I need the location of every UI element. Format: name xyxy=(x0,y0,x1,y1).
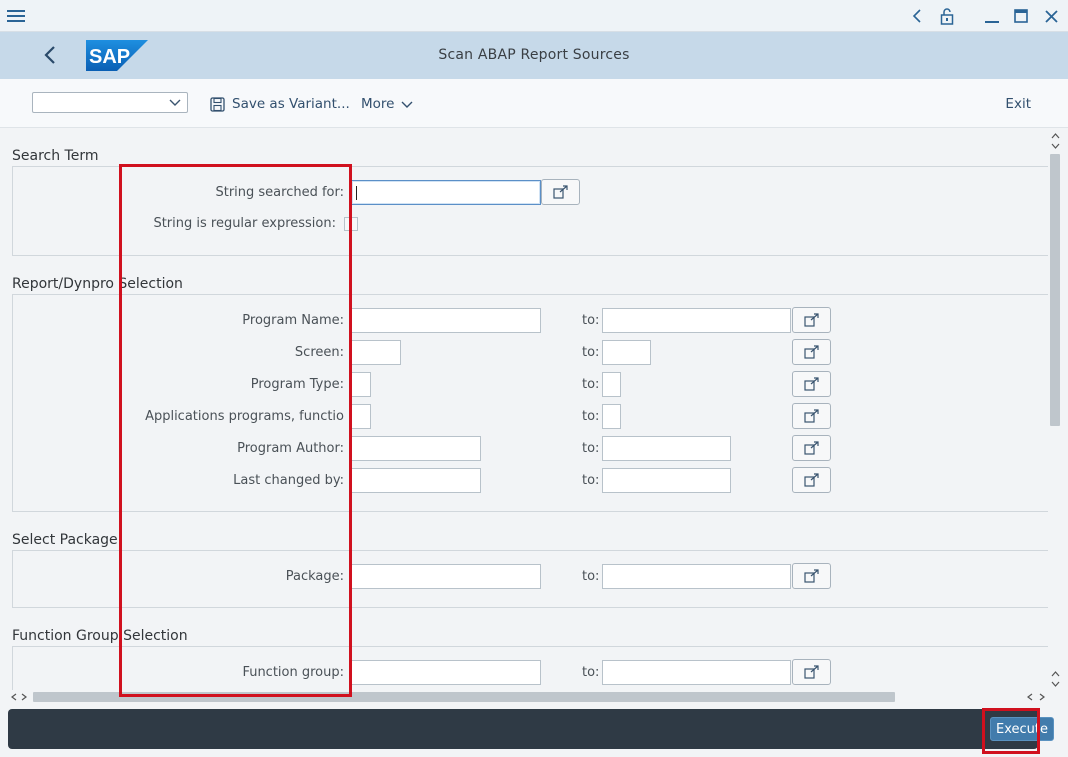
screen-to-input[interactable] xyxy=(602,340,651,365)
regex-checkbox[interactable] xyxy=(344,217,358,231)
to-label: to: xyxy=(582,441,600,456)
program-name-label: Program Name: xyxy=(242,313,344,328)
package-label: Package: xyxy=(285,569,344,584)
horizontal-scroll-thumb[interactable] xyxy=(33,692,895,702)
to-label: to: xyxy=(582,409,600,424)
shell-bar: SAP Scan ABAP Report Sources xyxy=(0,32,1068,79)
last-changed-by-label: Last changed by: xyxy=(233,473,344,488)
to-label: to: xyxy=(582,473,600,488)
program-name-from-input[interactable] xyxy=(351,308,541,333)
close-icon[interactable] xyxy=(1039,4,1063,28)
section-title-search-term: Search Term xyxy=(12,148,99,164)
maximize-icon[interactable] xyxy=(1009,4,1033,28)
vertical-scroll-thumb[interactable] xyxy=(1050,154,1060,426)
more-button[interactable]: More xyxy=(361,94,413,114)
application-programs-label: Applications programs, functio xyxy=(145,409,344,424)
multiple-selection-icon xyxy=(803,665,819,679)
program-type-to-input[interactable] xyxy=(602,372,621,397)
selection-screen: Search Term String searched for: String … xyxy=(0,128,1048,690)
screen-label: Screen: xyxy=(294,345,344,360)
last-changed-by-multiple-selection-button[interactable] xyxy=(792,467,831,493)
program-author-to-input[interactable] xyxy=(602,436,731,461)
scroll-up-icon[interactable] xyxy=(1049,131,1061,141)
section-title-report-dynpro: Report/Dynpro Selection xyxy=(12,276,183,292)
minimize-icon[interactable] xyxy=(980,4,1004,28)
menu-icon[interactable] xyxy=(4,4,28,28)
program-author-multiple-selection-button[interactable] xyxy=(792,435,831,461)
multiple-selection-icon xyxy=(803,441,819,455)
multiple-selection-icon xyxy=(552,185,568,199)
scroll-right-icon[interactable] xyxy=(1038,693,1046,701)
application-programs-from-input[interactable] xyxy=(351,404,371,429)
scroll-down-small-icon[interactable] xyxy=(1049,141,1061,151)
save-as-variant-button[interactable]: Save as Variant... xyxy=(210,94,350,114)
application-programs-multiple-selection-button[interactable] xyxy=(792,403,831,429)
multiple-selection-icon xyxy=(803,377,819,391)
multiple-selection-icon xyxy=(803,313,819,327)
variant-select[interactable] xyxy=(32,92,188,113)
program-name-to-input[interactable] xyxy=(602,308,791,333)
program-author-label: Program Author: xyxy=(237,441,344,456)
more-label: More xyxy=(361,96,395,112)
multiple-selection-icon xyxy=(803,409,819,423)
scroll-left-icon[interactable] xyxy=(10,693,18,701)
exit-button[interactable]: Exit xyxy=(1005,96,1031,112)
program-name-multiple-selection-button[interactable] xyxy=(792,307,831,333)
screen-from-input[interactable] xyxy=(351,340,401,365)
multiple-selection-icon xyxy=(803,569,819,583)
to-label: to: xyxy=(582,377,600,392)
application-programs-to-input[interactable] xyxy=(602,404,621,429)
to-label: to: xyxy=(582,569,600,584)
program-type-from-input[interactable] xyxy=(351,372,371,397)
save-icon xyxy=(210,96,225,112)
program-type-multiple-selection-button[interactable] xyxy=(792,371,831,397)
chevron-down-icon xyxy=(169,99,181,106)
program-type-label: Program Type: xyxy=(250,377,344,392)
footer-bar xyxy=(8,709,1038,749)
string-multiple-selection-button[interactable] xyxy=(541,179,580,205)
package-multiple-selection-button[interactable] xyxy=(792,563,831,589)
multiple-selection-icon xyxy=(803,473,819,487)
toolbar: Save as Variant... More Exit xyxy=(0,79,1068,128)
string-searched-label: String searched for: xyxy=(215,185,344,200)
package-to-input[interactable] xyxy=(602,564,791,589)
last-changed-by-to-input[interactable] xyxy=(602,468,731,493)
to-label: to: xyxy=(582,313,600,328)
save-as-variant-label: Save as Variant... xyxy=(232,96,350,112)
function-group-label: Function group: xyxy=(242,665,344,680)
to-label: to: xyxy=(582,665,600,680)
chevron-down-icon xyxy=(401,101,413,108)
execute-button[interactable]: Execute xyxy=(990,717,1054,741)
regex-label: String is regular expression: xyxy=(153,216,336,231)
scroll-left-small-icon[interactable] xyxy=(1026,693,1034,701)
chevron-left-icon[interactable] xyxy=(905,4,929,28)
text-caret xyxy=(356,186,357,200)
vertical-scrollbar[interactable] xyxy=(1048,128,1068,690)
package-from-input[interactable] xyxy=(351,564,541,589)
program-author-from-input[interactable] xyxy=(351,436,481,461)
last-changed-by-from-input[interactable] xyxy=(351,468,481,493)
to-label: to: xyxy=(582,345,600,360)
section-title-select-package: Select Package xyxy=(12,532,118,548)
function-group-from-input[interactable] xyxy=(351,660,541,685)
unlock-icon[interactable] xyxy=(935,4,959,28)
function-group-multiple-selection-button[interactable] xyxy=(792,659,831,685)
horizontal-scrollbar[interactable] xyxy=(0,690,1068,704)
function-group-to-input[interactable] xyxy=(602,660,791,685)
scroll-up-small-icon[interactable] xyxy=(1049,669,1061,679)
multiple-selection-icon xyxy=(803,345,819,359)
page-title: Scan ABAP Report Sources xyxy=(438,47,630,63)
section-title-function-group: Function Group Selection xyxy=(12,628,188,644)
scroll-right-small-icon[interactable] xyxy=(20,693,28,701)
scroll-down-icon[interactable] xyxy=(1049,679,1061,689)
window-titlebar xyxy=(0,0,1068,32)
screen-multiple-selection-button[interactable] xyxy=(792,339,831,365)
string-searched-input[interactable] xyxy=(351,180,541,205)
